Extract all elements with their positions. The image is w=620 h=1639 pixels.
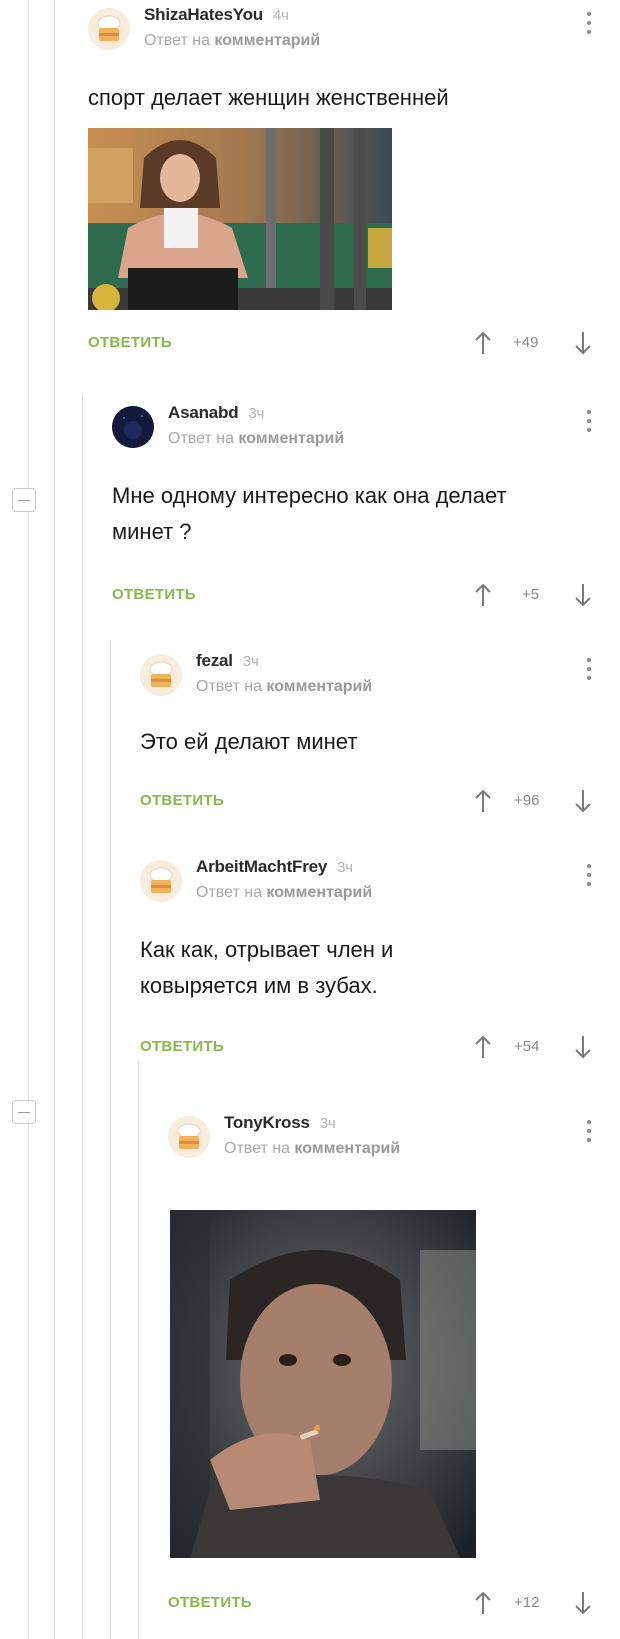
comment-time: 3ч (242, 653, 259, 670)
more-vertical-icon[interactable] (584, 658, 594, 686)
chef-cake-icon[interactable] (88, 8, 130, 50)
thread-line-2 (54, 0, 55, 1639)
comment-actions: ОТВЕТИТЬ +12 (168, 1590, 598, 1620)
reply-to-link[interactable]: комментарий (266, 678, 372, 695)
comment-image[interactable] (170, 1210, 476, 1558)
more-vertical-icon[interactable] (584, 864, 594, 892)
avatar[interactable] (112, 406, 154, 448)
more-vertical-icon[interactable] (584, 12, 594, 40)
thread-line-5 (138, 1060, 139, 1639)
comment-rating: +54 (514, 1038, 540, 1055)
comment-actions: ОТВЕТИТЬ +54 (140, 1034, 598, 1064)
reply-button[interactable]: ОТВЕТИТЬ (140, 792, 224, 809)
thread-line-4 (110, 640, 111, 1639)
comment-rating: +5 (522, 586, 540, 603)
reply-to-prefix: Ответ на (196, 884, 262, 901)
comment-header: ArbeitMachtFrey 3ч Ответ на комментарий (140, 852, 598, 910)
comment-image[interactable] (88, 128, 392, 310)
comment-header: TonyKross 3ч Ответ на комментарий (168, 1108, 598, 1166)
reply-to-prefix: Ответ на (196, 678, 262, 695)
arrow-up-icon[interactable] (474, 1590, 492, 1616)
arrow-down-icon[interactable] (574, 1590, 592, 1616)
comment-actions: ОТВЕТИТЬ +49 (88, 330, 598, 360)
reply-to-link[interactable]: комментарий (214, 32, 320, 49)
author-name[interactable]: ShizaHatesYou (144, 5, 263, 24)
comment-time: 3ч (248, 405, 265, 422)
comment-actions: ОТВЕТИТЬ +96 (140, 788, 598, 818)
comment-text: Как как, отрывает член и ковыряется им в… (140, 937, 394, 998)
arrow-down-icon[interactable] (574, 1034, 592, 1060)
author-name[interactable]: TonyKross (224, 1113, 310, 1132)
author-name[interactable]: Asanabd (168, 403, 239, 422)
comment-header: ShizaHatesYou 4ч Ответ на комментарий (88, 0, 598, 58)
comment-header: fezal 3ч Ответ на комментарий (140, 646, 598, 704)
author-name[interactable]: fezal (196, 651, 233, 670)
thread-line-3 (82, 395, 83, 1639)
comment-rating: +96 (514, 792, 540, 809)
reply-to-prefix: Ответ на (144, 32, 210, 49)
comment-text: Это ей делают минет (140, 729, 358, 754)
arrow-up-icon[interactable] (474, 582, 492, 608)
comment-rating: +49 (513, 334, 539, 351)
reply-to-prefix: Ответ на (224, 1140, 290, 1157)
reply-button[interactable]: ОТВЕТИТЬ (168, 1594, 252, 1611)
arrow-down-icon[interactable] (574, 582, 592, 608)
comment: fezal 3ч Ответ на комментарий Это ей дела… (140, 646, 598, 813)
reply-button[interactable]: ОТВЕТИТЬ (112, 586, 196, 603)
arrow-up-icon[interactable] (474, 1034, 492, 1060)
collapse-thread-button[interactable] (12, 1100, 36, 1124)
chef-cake-icon[interactable] (140, 654, 182, 696)
reply-button[interactable]: ОТВЕТИТЬ (88, 334, 172, 351)
reply-to-link[interactable]: комментарий (266, 884, 372, 901)
arrow-up-icon[interactable] (474, 330, 492, 356)
comment-time: 3ч (337, 859, 353, 876)
arrow-down-icon[interactable] (574, 330, 592, 356)
comment-actions: ОТВЕТИТЬ +5 (112, 582, 598, 612)
comment-header: Asanabd 3ч Ответ на комментарий (112, 398, 598, 456)
comment-text: Мне одному интересно как она делает мине… (112, 483, 507, 544)
chef-cake-icon[interactable] (140, 860, 182, 902)
arrow-up-icon[interactable] (474, 788, 492, 814)
comment: ArbeitMachtFrey 3ч Ответ на комментарий К… (140, 852, 598, 1059)
arrow-down-icon[interactable] (574, 788, 592, 814)
comment: TonyKross 3ч Ответ на комментарий ОТВЕТИТ… (168, 1108, 598, 1615)
comment: Asanabd 3ч Ответ на комментарий Мне одном… (112, 398, 598, 607)
more-vertical-icon[interactable] (584, 1120, 594, 1148)
thread-line-1 (28, 0, 29, 1639)
collapse-thread-button[interactable] (12, 488, 36, 512)
comment-time: 4ч (272, 7, 289, 24)
comment: ShizaHatesYou 4ч Ответ на комментарий спо… (88, 0, 598, 355)
author-name[interactable]: ArbeitMachtFrey (196, 857, 327, 876)
chef-cake-icon[interactable] (168, 1116, 210, 1158)
comment-text: спорт делает женщин женственней (88, 85, 449, 110)
more-vertical-icon[interactable] (584, 410, 594, 438)
comment-time: 3ч (319, 1115, 336, 1132)
reply-button[interactable]: ОТВЕТИТЬ (140, 1038, 224, 1055)
reply-to-link[interactable]: комментарий (238, 430, 344, 447)
reply-to-link[interactable]: комментарий (294, 1140, 400, 1157)
reply-to-prefix: Ответ на (168, 430, 234, 447)
comment-rating: +12 (514, 1594, 540, 1611)
